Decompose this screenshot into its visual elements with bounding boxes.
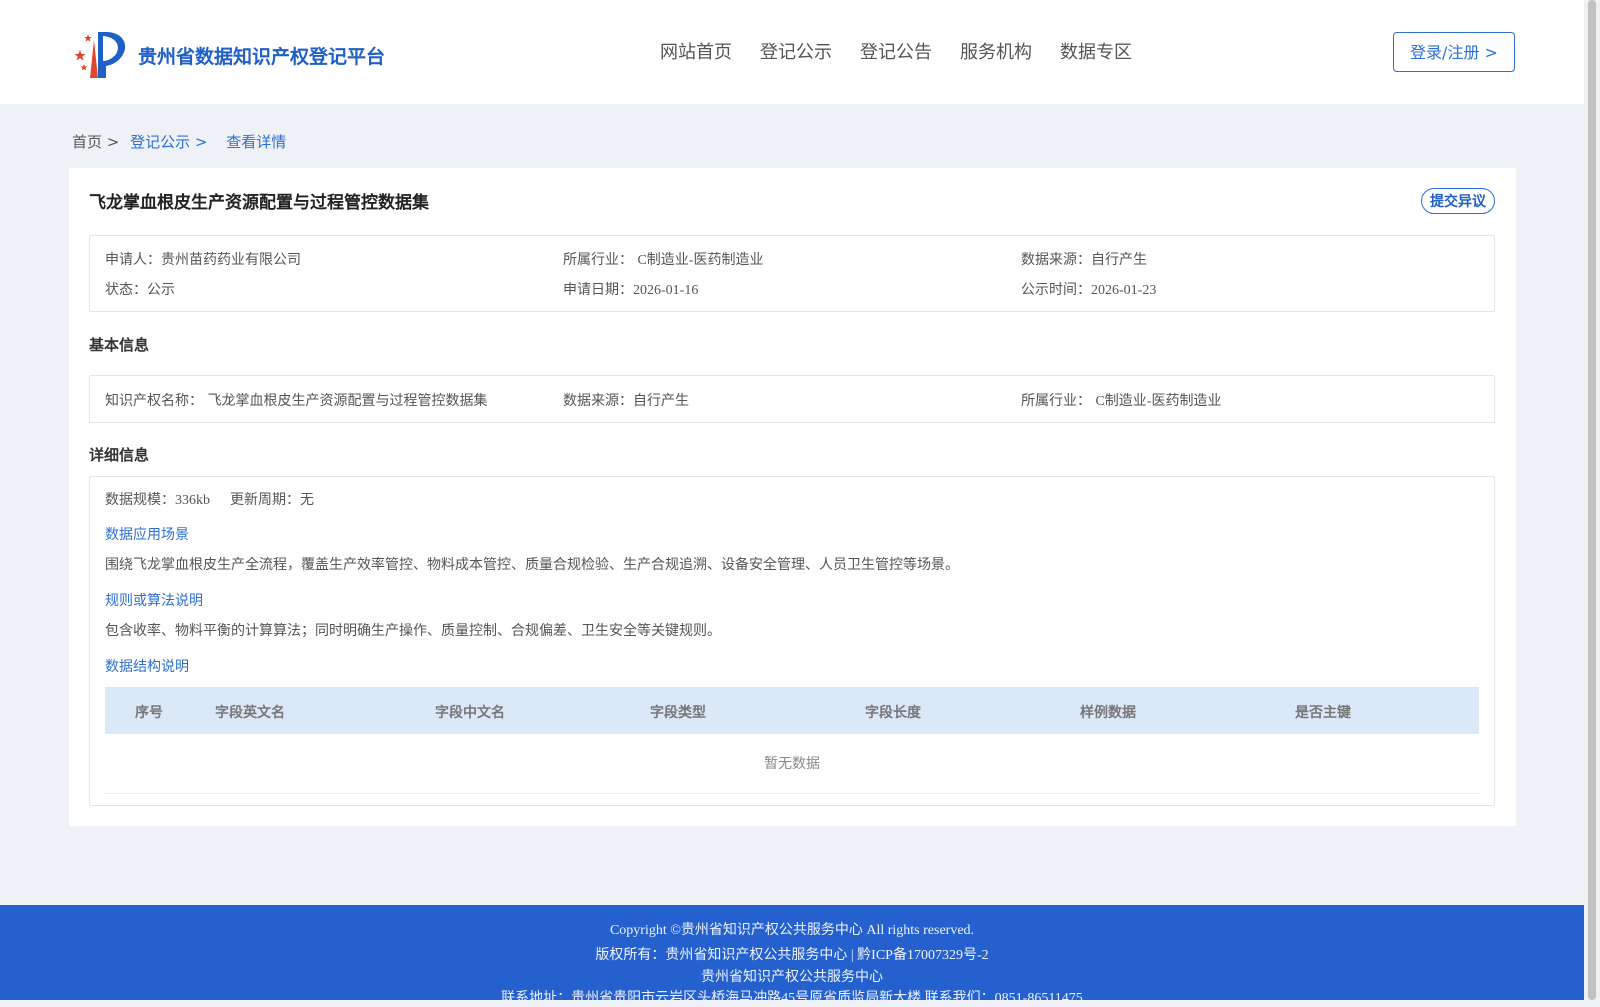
basic-industry-field: 所属行业： C制造业-医药制造业 — [1021, 393, 1222, 409]
detail-title: 飞龙掌血根皮生产资源配置与过程管控数据集 — [89, 193, 429, 212]
rules-text: 包含收率、物料平衡的计算算法；同时明确生产操作、质量控制、合规偏差、卫生安全等关… — [105, 623, 721, 639]
detail-card: 飞龙掌血根皮生产资源配置与过程管控数据集 提交异议 申请人：贵州苗药药业有限公司… — [69, 168, 1516, 826]
col-sample: 样例数据 — [1080, 705, 1136, 721]
summary-box: 申请人：贵州苗药药业有限公司 所属行业： C制造业-医药制造业 数据来源：自行产… — [89, 235, 1495, 312]
detailed-info-heading: 详细信息 — [89, 448, 150, 464]
structure-table-header: 序号 字段英文名 字段中文名 字段类型 字段长度 样例数据 是否主键 — [105, 687, 1479, 734]
scenario-heading: 数据应用场景 — [105, 527, 189, 543]
footer-contact: 联系地址：贵州省贵阳市云岩区头桥海马冲路45号原省质监局新大楼 联系我们：085… — [501, 991, 1083, 1006]
col-primary-key: 是否主键 — [1295, 705, 1351, 721]
publicity-time-field: 公示时间：2026-01-23 — [1021, 282, 1157, 298]
basic-source-field: 数据来源：自行产生 — [563, 393, 689, 409]
col-field-en: 字段英文名 — [215, 705, 285, 721]
basic-info-box: 知识产权名称： 飞龙掌血根皮生产资源配置与过程管控数据集 数据来源：自行产生 所… — [89, 375, 1495, 423]
col-field-type: 字段类型 — [650, 705, 706, 721]
rules-heading: 规则或算法说明 — [105, 593, 203, 609]
nav-data-zone[interactable]: 数据专区 — [1060, 38, 1132, 64]
footer-copyright: Copyright ©贵州省知识产权公共服务中心 All rights rese… — [609, 923, 975, 938]
nav-home[interactable]: 网站首页 — [660, 38, 732, 64]
industry-field: 所属行业： C制造业-医药制造业 — [563, 252, 764, 268]
ip-name-field: 知识产权名称： 飞龙掌血根皮生产资源配置与过程管控数据集 — [105, 393, 488, 409]
status-field: 状态：公示 — [105, 282, 175, 298]
source-field: 数据来源：自行产生 — [1021, 252, 1147, 268]
main-nav: 网站首页 登记公示 登记公告 服务机构 数据专区 — [660, 38, 1160, 64]
login-register-button[interactable]: 登录/注册 > — [1393, 32, 1515, 72]
col-field-cn: 字段中文名 — [435, 705, 505, 721]
nav-announcement[interactable]: 登记公告 — [860, 38, 932, 64]
nav-publicity[interactable]: 登记公示 — [760, 38, 832, 64]
col-index: 序号 — [135, 705, 163, 721]
applicant-field: 申请人：贵州苗药药业有限公司 — [105, 252, 301, 268]
col-field-length: 字段长度 — [865, 705, 921, 721]
footer-owner: 版权所有：贵州省知识产权公共服务中心 | 黔ICP备17007329号-2 — [595, 948, 989, 963]
site-footer: Copyright ©贵州省知识产权公共服务中心 All rights rese… — [0, 905, 1584, 1006]
table-empty-state: 暂无数据 — [105, 735, 1479, 794]
apply-date-field: 申请日期：2026-01-16 — [563, 282, 699, 298]
scenario-text: 围绕飞龙掌血根皮生产全流程，覆盖生产效率管控、物料成本管控、质量合规检验、生产合… — [105, 557, 959, 573]
footer-org: 贵州省知识产权公共服务中心 — [701, 970, 883, 985]
page-scrollbar[interactable] — [1584, 0, 1600, 1000]
breadcrumb: 首页 > 登记公示 > 查看详情 — [72, 131, 286, 152]
breadcrumb-current: 查看详情 — [226, 133, 287, 151]
breadcrumb-publicity[interactable]: 登记公示 > — [130, 133, 207, 151]
breadcrumb-home[interactable]: 首页 > — [72, 133, 119, 151]
site-header: 贵州省数据知识产权登记平台 网站首页 登记公示 登记公告 服务机构 数据专区 登… — [0, 0, 1584, 104]
data-scale-field: 数据规模：336kb 更新周期：无 — [105, 492, 314, 508]
detailed-info-box: 数据规模：336kb 更新周期：无 数据应用场景 围绕飞龙掌血根皮生产全流程，覆盖… — [89, 476, 1495, 806]
submit-objection-button[interactable]: 提交异议 — [1421, 188, 1495, 214]
site-title: 贵州省数据知识产权登记平台 — [138, 47, 386, 68]
basic-info-heading: 基本信息 — [89, 338, 150, 354]
platform-logo-icon — [74, 32, 126, 78]
scrollbar-thumb[interactable] — [1588, 0, 1596, 1000]
nav-service-agency[interactable]: 服务机构 — [960, 38, 1032, 64]
structure-heading: 数据结构说明 — [105, 659, 189, 675]
